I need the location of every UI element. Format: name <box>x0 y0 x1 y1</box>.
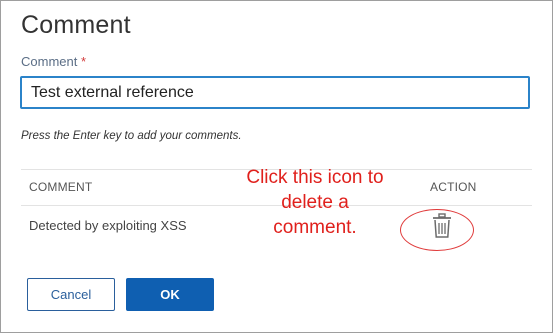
annotation-callout: Click this icon to delete a comment. <box>229 165 401 240</box>
comment-input[interactable] <box>20 76 530 109</box>
dialog-title: Comment <box>21 11 131 39</box>
annotation-line-3: comment. <box>273 217 357 238</box>
column-header-comment: COMMENT <box>29 180 93 194</box>
comment-field-label: Comment * <box>21 54 86 69</box>
required-marker: * <box>80 54 87 69</box>
annotation-line-2: delete a <box>281 192 349 213</box>
enter-key-hint: Press the Enter key to add your comments… <box>21 130 242 142</box>
comment-cell: Detected by exploiting XSS <box>29 218 187 233</box>
column-header-action: ACTION <box>430 180 477 194</box>
cancel-button[interactable]: Cancel <box>27 278 115 311</box>
annotation-highlight-circle <box>400 209 474 251</box>
annotation-line-1: Click this icon to <box>246 167 384 188</box>
ok-button[interactable]: OK <box>126 278 214 311</box>
comment-dialog: Comment Comment * Press the Enter key to… <box>0 0 553 333</box>
comment-label-text: Comment <box>21 54 78 69</box>
